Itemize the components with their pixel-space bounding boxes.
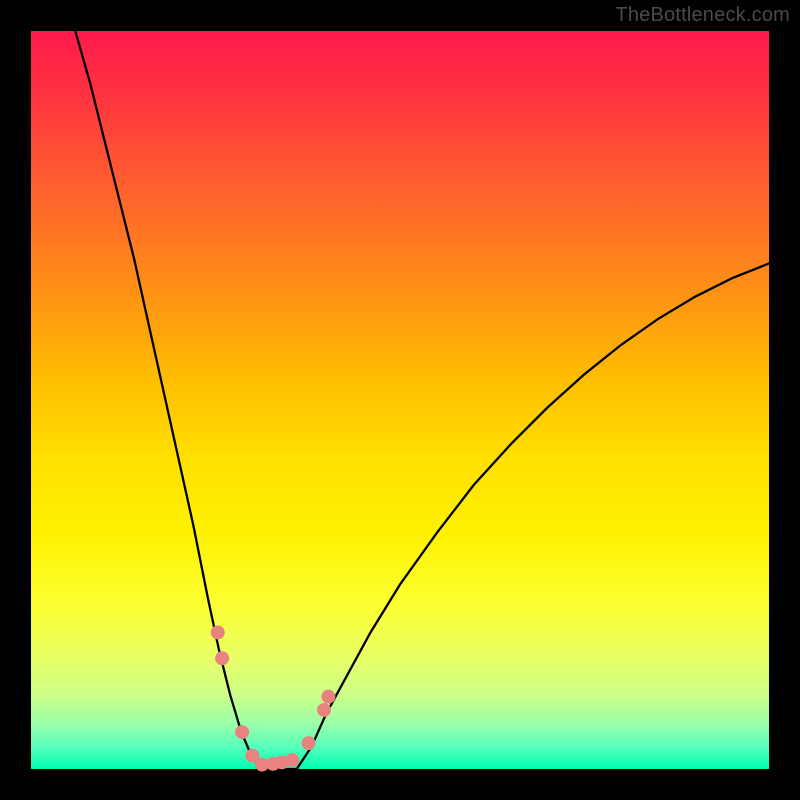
marker-point: [285, 753, 299, 767]
plot-area: [31, 31, 769, 769]
marker-point: [211, 625, 225, 639]
marker-point: [235, 725, 249, 739]
marker-point: [321, 690, 335, 704]
marker-point: [317, 703, 331, 717]
marker-point: [215, 651, 229, 665]
chart-svg: [31, 31, 769, 769]
watermark-text: TheBottleneck.com: [615, 4, 790, 27]
marker-point: [301, 736, 315, 750]
curve-right-curve: [297, 263, 769, 769]
curve-left-curve: [75, 31, 263, 769]
